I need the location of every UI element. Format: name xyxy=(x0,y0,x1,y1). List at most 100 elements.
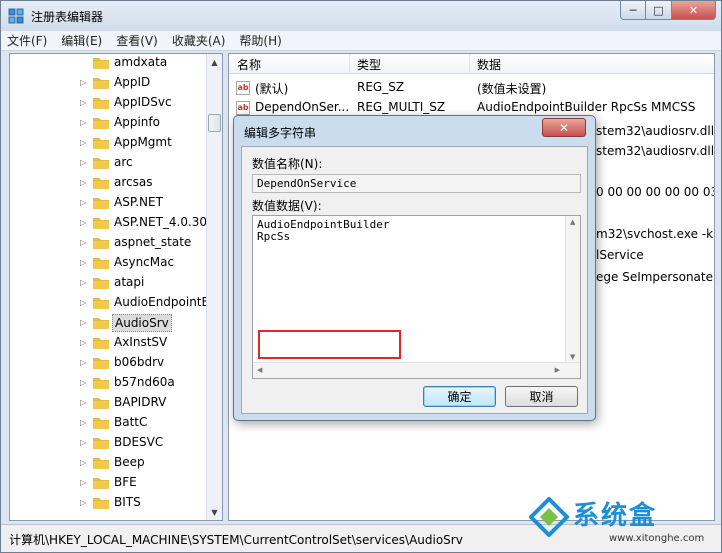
tree-node-label: BDESVC xyxy=(114,435,164,449)
tree-node[interactable]: ▷ arcsas xyxy=(10,173,208,193)
tree-node[interactable]: ▷ b57nd60a xyxy=(10,373,208,393)
title-bar[interactable]: 注册表编辑器 ─ □ ✕ xyxy=(1,1,721,31)
folder-icon xyxy=(93,98,109,109)
tree-node[interactable]: ▷ Beep xyxy=(10,453,208,473)
menu-favorites[interactable]: 收藏夹(A) xyxy=(172,32,226,49)
scroll-right-arrow-icon[interactable]: ▶ xyxy=(555,366,560,374)
textarea-horizontal-scrollbar[interactable]: ◀ ▶ xyxy=(253,362,580,378)
ok-button[interactable]: 确定 xyxy=(423,386,496,407)
folder-icon xyxy=(93,238,109,249)
scroll-left-arrow-icon[interactable]: ◀ xyxy=(257,366,262,374)
tree-node[interactable]: ▷ AppIDSvc xyxy=(10,93,208,113)
scroll-down-arrow-icon[interactable]: ▼ xyxy=(207,504,222,520)
value-name-field: DependOnService xyxy=(252,174,581,193)
tree-node[interactable]: ▷ BattC xyxy=(10,413,208,433)
expand-arrow-icon[interactable]: ▷ xyxy=(80,298,88,308)
tree-node[interactable]: ▷ b06bdrv xyxy=(10,353,208,373)
expand-arrow-icon[interactable]: ▷ xyxy=(80,118,88,128)
tree-node[interactable]: ▷ AxInstSV xyxy=(10,333,208,353)
expand-arrow-icon[interactable]: ▷ xyxy=(80,458,88,468)
tree-node[interactable]: ▷ BFE xyxy=(10,473,208,493)
scroll-down-arrow-icon[interactable]: ▼ xyxy=(570,353,575,361)
expand-arrow-icon[interactable]: ▷ xyxy=(80,138,88,148)
folder-icon xyxy=(93,338,109,349)
key-path: 计算机\HKEY_LOCAL_MACHINE\SYSTEM\CurrentCon… xyxy=(9,533,463,547)
tree-node-label: b06bdrv xyxy=(114,355,165,369)
folder-icon xyxy=(93,118,109,129)
folder-icon xyxy=(93,438,109,449)
expand-arrow-icon[interactable]: ▷ xyxy=(80,78,88,88)
tree-node[interactable]: ▷ aspnet_state xyxy=(10,233,208,253)
partial-data-text: m32\svchost.exe -k xyxy=(596,227,714,241)
close-button[interactable]: ✕ xyxy=(672,1,716,20)
expand-arrow-icon[interactable]: ▷ xyxy=(80,358,88,368)
scroll-thumb[interactable] xyxy=(208,114,221,132)
tree-node[interactable]: ▷ AppMgmt xyxy=(10,133,208,153)
expand-arrow-icon[interactable]: ▷ xyxy=(80,418,88,428)
tree-scrollbar[interactable]: ▲ ▼ xyxy=(206,54,222,520)
textarea-vertical-scrollbar[interactable]: ▲ ▼ xyxy=(565,216,580,363)
expand-arrow-icon[interactable]: ▷ xyxy=(80,498,88,508)
registry-editor-icon xyxy=(8,8,24,24)
expand-arrow-icon[interactable]: ▷ xyxy=(80,158,88,168)
tree-node-label: Appinfo xyxy=(114,115,160,129)
tree-node-label: aspnet_state xyxy=(114,235,192,249)
expand-arrow-icon[interactable]: ▷ xyxy=(80,238,88,248)
tree-node[interactable]: ▷ AudioEndpointB xyxy=(10,293,210,313)
menu-help[interactable]: 帮助(H) xyxy=(239,32,281,49)
tree-node[interactable]: ▷ BDESVC xyxy=(10,433,208,453)
tree-node[interactable]: ▷ ASP.NET xyxy=(10,193,208,213)
column-type[interactable]: 类型 xyxy=(357,56,381,73)
tree-node[interactable]: ▷ ASP.NET_4.0.303 xyxy=(10,213,215,233)
column-data[interactable]: 数据 xyxy=(477,56,501,73)
scroll-up-arrow-icon[interactable]: ▲ xyxy=(207,54,222,70)
expand-arrow-icon[interactable] xyxy=(80,58,88,68)
string-value-icon: ab xyxy=(236,81,250,95)
partial-data-text: ege SeImpersonatel xyxy=(596,270,715,284)
minimize-button[interactable]: ─ xyxy=(620,1,646,20)
registry-tree[interactable]: amdxata ▷ AppID ▷ AppIDSvc ▷ Appinfo ▷ AppMgmt ▷ a… xyxy=(9,53,223,521)
folder-icon xyxy=(93,418,109,429)
expand-arrow-icon[interactable]: ▷ xyxy=(80,378,88,388)
tree-node[interactable]: ▷ AppID xyxy=(10,73,208,93)
tree-node[interactable]: ▷ BAPIDRV xyxy=(10,393,208,413)
list-item[interactable]: ab (默认) REG_SZ (数值未设置) xyxy=(229,78,714,98)
menu-edit[interactable]: 编辑(E) xyxy=(61,32,102,49)
expand-arrow-icon[interactable]: ▷ xyxy=(80,398,88,408)
menu-file[interactable]: 文件(F) xyxy=(7,32,47,49)
tree-node-label: AudioSrv xyxy=(112,314,172,332)
dialog-close-button[interactable]: ✕ xyxy=(542,118,586,137)
folder-icon xyxy=(93,278,109,289)
tree-node[interactable]: ▷ arc xyxy=(10,153,208,173)
expand-arrow-icon[interactable]: ▷ xyxy=(80,178,88,188)
expand-arrow-icon[interactable]: ▷ xyxy=(80,338,88,348)
tree-node-label: AppIDSvc xyxy=(114,95,172,109)
menu-view[interactable]: 查看(V) xyxy=(116,32,158,49)
expand-arrow-icon[interactable]: ▷ xyxy=(80,318,88,328)
expand-arrow-icon[interactable]: ▷ xyxy=(80,438,88,448)
expand-arrow-icon[interactable]: ▷ xyxy=(80,278,88,288)
tree-node-label: b57nd60a xyxy=(114,375,175,389)
maximize-button[interactable]: □ xyxy=(646,1,672,20)
folder-icon xyxy=(93,398,109,409)
tree-node[interactable]: ▷ atapi xyxy=(10,273,208,293)
expand-arrow-icon[interactable]: ▷ xyxy=(80,218,88,228)
expand-arrow-icon[interactable]: ▷ xyxy=(80,198,88,208)
expand-arrow-icon[interactable]: ▷ xyxy=(80,478,88,488)
tree-node[interactable]: ▷ BITS xyxy=(10,493,208,513)
folder-icon xyxy=(93,78,109,89)
column-name[interactable]: 名称 xyxy=(237,56,261,73)
tree-node-label: BFE xyxy=(114,475,137,489)
expand-arrow-icon[interactable]: ▷ xyxy=(80,258,88,268)
tree-node[interactable]: ▷ AsyncMac xyxy=(10,253,208,273)
scroll-up-arrow-icon[interactable]: ▲ xyxy=(570,218,575,226)
expand-arrow-icon[interactable]: ▷ xyxy=(80,98,88,108)
value-data-line: RpcSs xyxy=(257,230,291,243)
tree-node-label: AxInstSV xyxy=(114,335,168,349)
tree-node-label: BattC xyxy=(114,415,148,429)
cancel-button[interactable]: 取消 xyxy=(505,386,578,407)
tree-node[interactable]: amdxata xyxy=(10,54,208,73)
tree-node[interactable]: ▷ Appinfo xyxy=(10,113,208,133)
tree-node[interactable]: ▷ AudioSrv xyxy=(10,313,208,333)
tree-node-label: arc xyxy=(114,155,133,169)
